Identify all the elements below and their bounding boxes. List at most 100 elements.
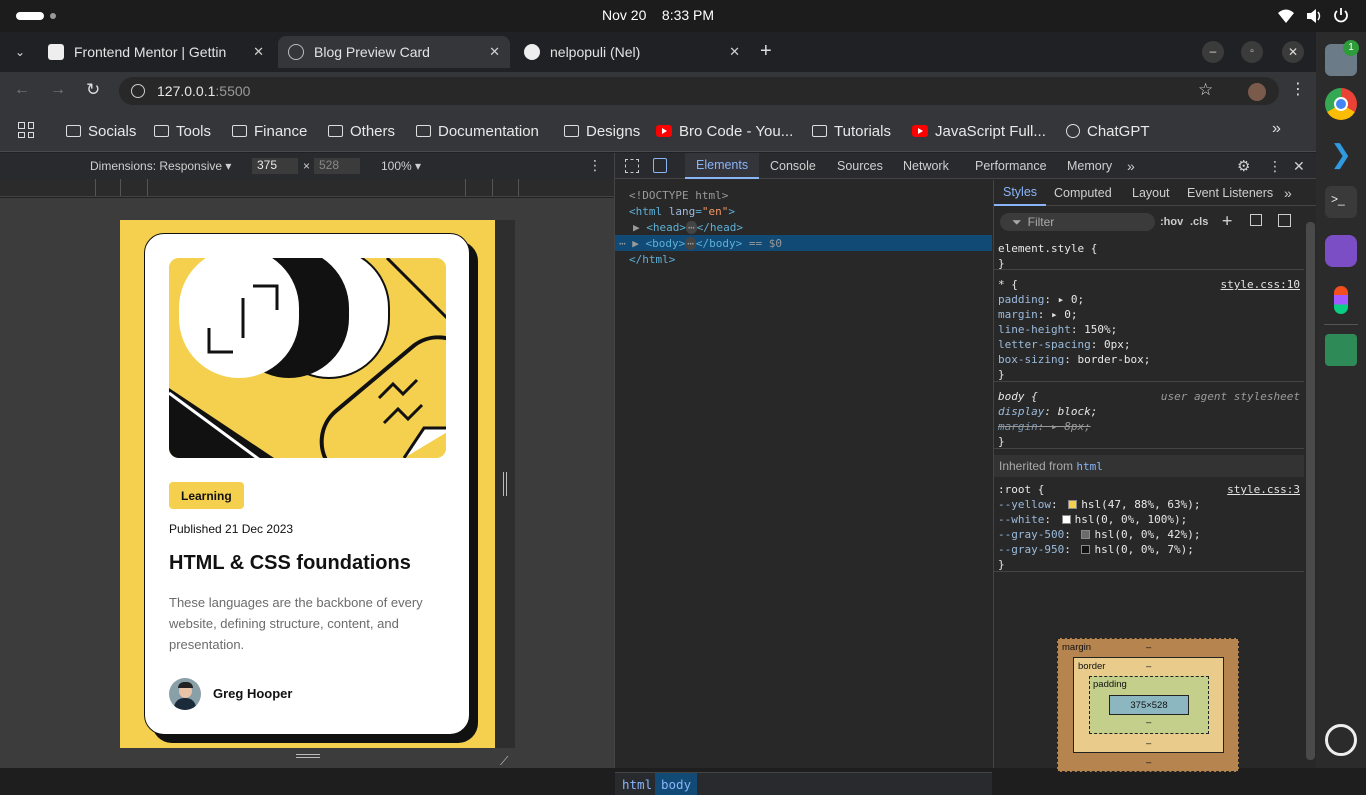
html-node[interactable]: <html lang = "en" > <box>629 203 735 219</box>
doctype-node[interactable]: <!DOCTYPE html> <box>629 187 728 203</box>
toggle-sidebar-icon[interactable] <box>1278 214 1291 227</box>
tab-console[interactable]: Console <box>770 153 816 179</box>
address-bar[interactable]: 127.0.0.1:5500 <box>119 77 1279 105</box>
bookmark-finance[interactable]: Finance <box>232 121 307 141</box>
device-toolbar-menu-icon[interactable]: ⋮ <box>588 157 602 174</box>
rule-element-style[interactable]: element.style { } <box>994 239 1304 270</box>
color-swatch[interactable] <box>1081 545 1091 554</box>
var-gray-500[interactable]: --gray-500: hsl(0, 0%, 42%); <box>998 527 1300 542</box>
wifi-icon[interactable] <box>1277 8 1295 24</box>
trash-app-icon[interactable] <box>1325 334 1357 366</box>
tab-github[interactable]: nelpopuli (Nel) ✕ <box>514 36 750 68</box>
color-swatch[interactable] <box>1061 515 1071 524</box>
source-link[interactable]: style.css:10 <box>1221 278 1300 291</box>
forward-arrow-icon[interactable]: → <box>50 81 66 99</box>
styles-filter-input[interactable]: ⏷ Filter <box>1000 213 1155 231</box>
maximize-button[interactable]: ▫ <box>1241 41 1263 63</box>
resize-handle-bottom[interactable] <box>296 754 320 758</box>
bookmark-tutorials[interactable]: Tutorials <box>812 121 891 141</box>
hov-toggle[interactable]: :hov <box>1160 216 1183 228</box>
bookmark-others[interactable]: Others <box>328 121 395 141</box>
tab-memory[interactable]: Memory <box>1067 153 1112 179</box>
prop-margin[interactable]: margin: ▸ 0; <box>998 307 1300 322</box>
show-apps-icon[interactable] <box>1325 724 1357 756</box>
bookmark-javascript[interactable]: JavaScript Full... <box>912 121 1046 141</box>
resize-handle-right[interactable] <box>503 472 507 496</box>
bookmark-bro-code[interactable]: Bro Code - You... <box>656 121 793 141</box>
rule-root[interactable]: :root {style.css:3 --yellow: hsl(47, 88%… <box>994 480 1304 572</box>
files-app-icon[interactable]: 1 <box>1325 40 1359 76</box>
tab-frontend-mentor[interactable]: Frontend Mentor | Gettin ✕ <box>38 36 274 68</box>
node-actions-icon[interactable]: ⋯ <box>619 237 632 250</box>
prop-line-height[interactable]: line-height: 150%; <box>998 322 1300 337</box>
rule-body-ua[interactable]: body {user agent stylesheet display: blo… <box>994 387 1304 449</box>
head-node[interactable]: ▶ <head> ⋯ </head> <box>633 219 743 235</box>
source-link[interactable]: style.css:3 <box>1227 483 1300 496</box>
color-swatch[interactable] <box>1068 500 1078 509</box>
breadcrumb-body[interactable]: body <box>655 773 698 795</box>
tab-performance[interactable]: Performance <box>975 153 1047 179</box>
chrome-app-icon[interactable] <box>1325 88 1357 120</box>
close-devtools-icon[interactable]: ✕ <box>1293 153 1305 179</box>
settings-gear-icon[interactable]: ⚙ <box>1237 153 1250 179</box>
power-icon[interactable] <box>1333 7 1349 24</box>
more-style-tabs-icon[interactable]: » <box>1284 180 1292 206</box>
prop-margin-overridden[interactable]: margin: ▸ 8px; <box>998 419 1300 434</box>
tab-network[interactable]: Network <box>903 153 949 179</box>
media-query-ruler[interactable] <box>0 179 614 197</box>
devtools-menu-icon[interactable]: ⋮ <box>1268 153 1282 179</box>
vscode-app-icon[interactable]: ❯ <box>1325 138 1357 170</box>
ellipsis-icon[interactable]: ⋯ <box>686 220 697 234</box>
var-white[interactable]: --white: hsl(0, 0%, 100%); <box>998 512 1300 527</box>
expand-triangle-icon[interactable]: ▶ <box>632 237 645 250</box>
resize-corner-handle[interactable]: ⟋ <box>500 754 508 769</box>
height-input[interactable]: 528 <box>314 158 360 174</box>
terminal-app-icon[interactable]: >_ <box>1325 186 1357 218</box>
back-arrow-icon[interactable]: ← <box>14 81 30 99</box>
zoom-dropdown[interactable]: 100% ▾ <box>381 159 421 173</box>
tab-elements[interactable]: Elements <box>685 153 760 179</box>
browser-menu-icon[interactable]: ⋮ <box>1290 79 1306 99</box>
styles-scrollbar[interactable] <box>1306 222 1315 760</box>
expand-triangle-icon[interactable]: ▶ <box>633 221 646 234</box>
new-tab-button[interactable]: + <box>760 40 772 63</box>
bookmark-designs[interactable]: Designs <box>564 121 640 141</box>
bookmark-socials[interactable]: Socials <box>66 121 136 141</box>
add-rule-icon[interactable]: + <box>1222 211 1232 231</box>
more-bookmarks-icon[interactable]: » <box>1272 120 1281 138</box>
close-tab-icon[interactable]: ✕ <box>729 44 740 60</box>
volume-icon[interactable] <box>1305 8 1323 24</box>
card-title[interactable]: HTML & CSS foundations <box>169 552 411 575</box>
prop-box-sizing[interactable]: box-sizing: border-box; <box>998 352 1300 367</box>
prop-padding[interactable]: padding: ▸ 0; <box>998 292 1300 307</box>
dimensions-dropdown[interactable]: Dimensions: Responsive ▾ <box>90 159 231 173</box>
cls-toggle[interactable]: .cls <box>1190 216 1208 228</box>
body-node-selected[interactable]: ⋯ ▶ <body> ⋯ </body> == $0 <box>615 235 992 251</box>
content-box[interactable]: 375×528 <box>1109 695 1189 715</box>
site-info-icon[interactable] <box>131 84 145 98</box>
close-window-button[interactable]: ✕ <box>1282 41 1304 63</box>
html-close-node[interactable]: </html> <box>629 251 675 267</box>
minimize-button[interactable]: – <box>1202 41 1224 63</box>
bookmark-documentation[interactable]: Documentation <box>416 121 539 141</box>
blog-preview-card[interactable]: Learning Published 21 Dec 2023 HTML & CS… <box>144 233 470 735</box>
prop-letter-spacing[interactable]: letter-spacing: 0px; <box>998 337 1300 352</box>
close-tab-icon[interactable]: ✕ <box>253 44 264 60</box>
bookmark-tools[interactable]: Tools <box>154 121 211 141</box>
breadcrumb-html[interactable]: html <box>622 777 652 792</box>
tab-computed[interactable]: Computed <box>1054 180 1112 206</box>
inspect-element-icon[interactable] <box>625 159 639 173</box>
bookmark-chatgpt[interactable]: ChatGPT <box>1066 121 1150 141</box>
color-swatch[interactable] <box>1081 530 1091 539</box>
tab-search-button[interactable]: ⌄ <box>8 40 32 64</box>
tab-blog-preview-card[interactable]: Blog Preview Card ✕ <box>278 36 510 68</box>
padding-box[interactable]: padding 375×528 – <box>1089 676 1209 734</box>
device-toggle-icon[interactable] <box>653 158 667 173</box>
apps-grid-icon[interactable] <box>18 122 34 138</box>
inherited-from-link[interactable]: html <box>1076 460 1103 473</box>
figma-app-icon[interactable] <box>1325 284 1357 316</box>
reload-icon[interactable]: ↻ <box>86 80 100 100</box>
more-tabs-icon[interactable]: » <box>1127 153 1135 179</box>
border-box[interactable]: border – padding 375×528 – – <box>1073 657 1224 753</box>
bookmark-star-icon[interactable]: ☆ <box>1198 80 1213 100</box>
